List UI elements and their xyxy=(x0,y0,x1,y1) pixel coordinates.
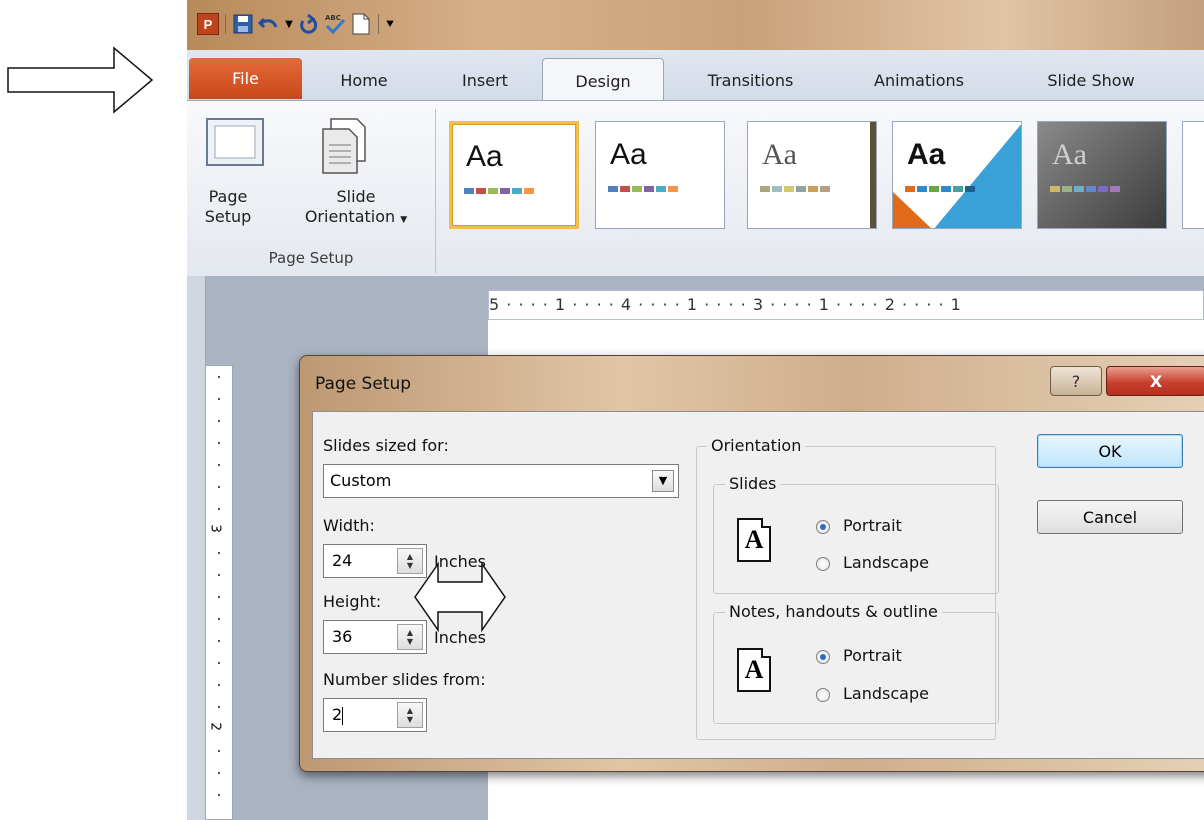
chevron-down-icon[interactable]: ▼ xyxy=(652,470,674,492)
tab-transitions[interactable]: Transitions xyxy=(683,58,818,102)
customize-toolbar-icon[interactable]: ⯆ xyxy=(383,11,397,37)
slides-sized-for-value: Custom xyxy=(330,471,392,490)
toolbar-divider xyxy=(225,14,226,34)
theme-office-2[interactable]: Aa xyxy=(595,121,725,229)
theme-sample-text: Aa xyxy=(1052,138,1087,171)
ribbon-tab-bar: File Home Insert Design Transitions Anim… xyxy=(187,50,1204,103)
slides-pane-edge xyxy=(187,276,206,820)
quick-access-toolbar: P ▼ ABC ⯆ xyxy=(195,10,397,38)
width-label: Width: xyxy=(323,516,375,535)
dialog-title: Page Setup xyxy=(315,374,412,394)
notes-landscape-label[interactable]: Landscape xyxy=(843,684,929,703)
number-slides-value: 2 xyxy=(332,705,343,724)
vertical-ruler-number: 3 xyxy=(207,524,223,533)
notes-orientation-label: Notes, handouts & outline xyxy=(725,602,942,621)
theme-office[interactable]: Aa xyxy=(449,121,579,229)
portrait-page-icon: A xyxy=(737,648,771,692)
undo-dropdown-icon[interactable]: ▼ xyxy=(282,11,296,37)
theme-partial[interactable] xyxy=(1182,121,1204,229)
ribbon-design: Page Setup Slide Orientation ▼ Page Setu… xyxy=(187,100,1204,278)
slide-orientation-icon xyxy=(322,118,366,174)
slide-orientation-button[interactable]: Slide Orientation ▼ xyxy=(283,117,429,241)
annotation-right-arrow xyxy=(7,46,154,114)
save-icon[interactable] xyxy=(230,11,256,37)
slide-orientation-label-line1: Slide xyxy=(336,187,376,206)
slides-portrait-radio[interactable] xyxy=(816,520,830,534)
chevron-down-icon: ▼ xyxy=(400,215,408,225)
orientation-label: Orientation xyxy=(707,436,806,455)
tab-file[interactable]: File xyxy=(189,58,302,99)
close-icon: X xyxy=(1149,371,1163,391)
page-setup-button[interactable]: Page Setup xyxy=(197,117,269,241)
theme-sample-text: Aa xyxy=(466,140,503,173)
theme-adjacency[interactable]: Aa xyxy=(747,121,877,229)
text-cursor xyxy=(342,706,344,725)
tab-slide-show[interactable]: Slide Show xyxy=(1021,58,1161,102)
slides-portrait-label[interactable]: Portrait xyxy=(843,516,902,535)
tab-design[interactable]: Design xyxy=(542,58,664,103)
notes-portrait-label[interactable]: Portrait xyxy=(843,646,902,665)
title-bar: P ▼ ABC ⯆ xyxy=(187,0,1204,50)
annotation-double-arrow xyxy=(414,561,506,633)
number-slides-label: Number slides from: xyxy=(323,670,486,689)
close-button[interactable]: X xyxy=(1106,366,1204,396)
slides-sized-for-select[interactable]: Custom ▼ xyxy=(323,464,679,498)
help-icon: ? xyxy=(1071,371,1081,391)
height-label: Height: xyxy=(323,592,382,611)
tab-home[interactable]: Home xyxy=(311,58,417,102)
ok-button[interactable]: OK xyxy=(1037,434,1183,468)
page-setup-icon xyxy=(206,118,264,166)
toolbar-divider xyxy=(378,14,379,34)
theme-color-strip xyxy=(608,186,678,192)
powerpoint-app-icon[interactable]: P xyxy=(195,11,221,37)
portrait-page-icon: A xyxy=(737,518,771,562)
cancel-button[interactable]: Cancel xyxy=(1037,500,1183,534)
spelling-icon[interactable]: ABC xyxy=(322,11,348,37)
theme-color-strip xyxy=(760,186,830,192)
slides-landscape-label[interactable]: Landscape xyxy=(843,553,929,572)
theme-color-strip xyxy=(464,188,534,194)
theme-sample-text: Aa xyxy=(762,138,797,171)
new-document-icon[interactable] xyxy=(348,11,374,37)
redo-icon[interactable] xyxy=(296,11,322,37)
vertical-ruler-number: 2 xyxy=(207,722,223,731)
slides-orientation-label: Slides xyxy=(725,474,781,493)
undo-icon[interactable] xyxy=(256,11,282,37)
number-slides-spin-arrows-icon[interactable]: ▲ ▼ xyxy=(397,702,423,728)
notes-portrait-radio[interactable] xyxy=(816,650,830,664)
tab-animations[interactable]: Animations xyxy=(849,58,989,102)
page-setup-label-line2: Setup xyxy=(204,207,252,226)
slides-landscape-radio[interactable] xyxy=(816,557,830,571)
svg-text:ABC: ABC xyxy=(325,14,341,22)
theme-sample-text: Aa xyxy=(907,138,946,171)
tab-insert[interactable]: Insert xyxy=(439,58,531,102)
vertical-ruler-ticks xyxy=(218,376,220,816)
page-setup-label-line1: Page xyxy=(208,187,248,206)
theme-color-strip xyxy=(905,186,975,192)
slide-orientation-label-line2: Orientation ▼ xyxy=(304,207,408,226)
theme-sample-text: Aa xyxy=(610,138,647,171)
ribbon-group-divider xyxy=(435,109,436,273)
notes-landscape-radio[interactable] xyxy=(816,688,830,702)
page-setup-group-label: Page Setup xyxy=(268,249,354,267)
theme-angles[interactable]: Aa xyxy=(892,121,1022,229)
height-value: 36 xyxy=(332,627,353,646)
horizontal-ruler: 5 · · · · 1 · · · · 4 · · · · 1 · · · · … xyxy=(488,290,1204,320)
help-button[interactable]: ? xyxy=(1050,366,1102,396)
theme-apex[interactable]: Aa xyxy=(1037,121,1167,229)
vertical-ruler: 3 2 xyxy=(205,365,233,820)
width-value: 24 xyxy=(332,551,353,570)
slides-sized-for-label: Slides sized for: xyxy=(323,436,449,455)
theme-color-strip xyxy=(1050,186,1120,192)
number-slides-spinner[interactable]: 2 ▲ ▼ xyxy=(323,698,427,732)
